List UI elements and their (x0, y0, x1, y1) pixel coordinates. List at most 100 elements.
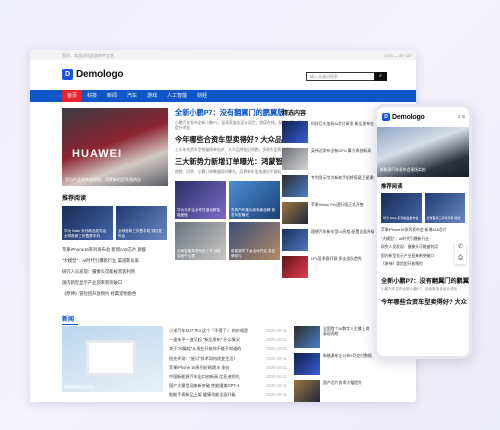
list-item[interactable]: 苹果iPhone16系列发布会 新增A18芯片 (381, 226, 465, 235)
news-row[interactable]: 关于"AI编程"从现在开始你不能不知道的 2025-10-11 (169, 344, 287, 353)
grid-card[interactable]: 全新智能驾驶系统上车 续航突破千公里 (175, 222, 226, 260)
list-item[interactable]: 研究人员发现：摄像头可能被黑客利用 (62, 266, 168, 277)
featured-item[interactable]: 专利显示华为新款手机将搭载卫星通信功能 (282, 175, 386, 197)
news-right-image (294, 353, 320, 375)
news-feature-image[interactable]: 智能家居新品发布 (62, 326, 163, 392)
grid-caption: 东风汽车推出纯电新品牌 首发车型曝光 (231, 208, 276, 217)
news-row-title: 智能手表新品上架 健康功能全面升级 (169, 392, 236, 398)
featured-text: 科技巨头加码AI芯片研发 新品发布在即 (311, 121, 379, 126)
news-row[interactable]: 苹果iPhone 16系列价格跳水 涨价 2025-10-11 (169, 363, 287, 372)
news-row-title: 国产大模型迎来新突破 性能媲美GPT-4 (169, 383, 240, 389)
nav-item-finance[interactable]: 财经 (192, 90, 212, 102)
nav-item-news[interactable]: 新闻 (102, 90, 122, 102)
news-right-item[interactable]: 全国首个AI数字人主播上岗 表现亮眼 (294, 326, 374, 348)
news-section-title: 新闻 (62, 314, 78, 325)
mobile-thumb-caption: 全球首款三折叠手机 测试 (426, 216, 461, 221)
featured-item[interactable]: 英伟达发布全新GPU 算力再创新高 (282, 148, 386, 170)
grid-caption: 新能源车下乡活动开启 多品牌参与 (231, 249, 276, 258)
list-item[interactable]: 《原神》冒险团开放预约 经典宠物角色 (62, 288, 168, 299)
featured-item[interactable]: 苹果Vision Pro国行版正式开售 (282, 202, 386, 224)
news-row[interactable]: 国产大模型迎来新突破 性能媲美GPT-4 2025-10-11 (169, 381, 287, 390)
search-button[interactable]: ⌕ (374, 72, 387, 81)
mobile-headline-2[interactable]: 今年哪些合资车型卖得好? 大众 (377, 291, 469, 306)
news-row[interactable]: 抢先评测："星闪"技术如何改变生活？ 2025-10-11 (169, 354, 287, 363)
list-item[interactable]: 国内新型显示产业迎来新突破口 (381, 252, 465, 261)
nav-item-ai[interactable]: 人工智能 (162, 90, 192, 102)
nav-item-games[interactable]: 游戏 (142, 90, 162, 102)
news-right-text: 新能源车企公布9月交付数据 (323, 353, 372, 358)
recommend-thumb[interactable]: 华为 Mate 系列新品发布会 全球首款三折叠屏手机 (62, 206, 113, 240)
news-list: 小米汽车SU7 Pro 这个『不得了』 的价格是 2025-10-11 一波未平一… (169, 326, 287, 400)
featured-image (282, 148, 308, 170)
mobile-thumb[interactable]: 全球首款三折叠手机 测试 (424, 193, 465, 223)
logo-text: Demologo (76, 69, 124, 80)
news-right-item[interactable]: 新能源车企公布9月交付数据 (294, 353, 374, 375)
news-row-title: 关于"AI编程"从现在开始你不能不知道的 (169, 346, 242, 352)
mobile-header: D Demologo ⌕ ≡ (377, 107, 469, 127)
featured-image (282, 121, 308, 143)
news-row-date: 2025-10-11 (266, 337, 287, 343)
list-item[interactable]: "大模型"：AI时代引爆新行业 渠道新玩家 (62, 255, 168, 266)
mobile-menu-icon[interactable]: ⌕ ≡ (458, 114, 465, 120)
nav-item-home[interactable]: 首页 (62, 90, 83, 102)
news-section: 新闻 智能家居新品发布 小米汽车SU7 Pro 这个『不得了』 的价格是 2025… (62, 314, 382, 402)
featured-image (282, 256, 308, 278)
thumb-caption: 华为 Mate 系列新品发布会 全球首款三折叠屏手机 (64, 229, 107, 238)
mobile-thumb[interactable]: 华为 Mate 系列新品发布会 (381, 193, 422, 223)
grid-card[interactable]: 华为与车企合作打造全新智能座舱 (175, 181, 226, 219)
mobile-preview: D Demologo ⌕ ≡ 新能源汽车发布会现场实拍 推荐阅读 华为 Mate… (374, 104, 472, 359)
featured-text: 苹果Vision Pro国行版正式开售 (311, 202, 364, 207)
site-logo[interactable]: D Demologo (62, 69, 123, 80)
mobile-thumb-caption: 华为 Mate 系列新品发布会 (383, 216, 419, 221)
featured-title: 精选内容 (282, 111, 307, 117)
featured-image (282, 202, 308, 224)
news-row-date: 2025-10-11 (266, 374, 287, 380)
hero-caption: 华为产品发布会现场，鸿蒙新机型亮相热议 (65, 177, 141, 182)
featured-item[interactable]: 科技巨头加码AI芯片研发 新品发布在即 (282, 121, 386, 143)
news-right-text: 全国首个AI数字人主播上岗 表现亮眼 (323, 326, 370, 336)
featured-image (282, 229, 308, 251)
list-item[interactable]: 《原神》冒险团开放预约 (381, 260, 465, 269)
mobile-headline-1[interactable]: 全新小鹏P7：没有翻翼门的鹏翼版 (377, 272, 469, 287)
grid-card[interactable]: 东风汽车推出纯电新品牌 首发车型曝光 (229, 181, 280, 219)
topbar: 您好，欢迎访问这里的中文名 1475 — 29°/13° (30, 50, 416, 60)
news-row[interactable]: 一波未平一波又起 "新品发布" 什么情况 2025-10-11 (169, 335, 287, 344)
news-row-date: 2025-10-11 (266, 392, 287, 398)
news-row[interactable]: 中国新能源汽车出口创新高 比亚迪领先 2025-10-11 (169, 372, 287, 381)
grid-card[interactable]: 新能源车下乡活动开启 多品牌参与 (229, 222, 280, 260)
recommend-list: 苹果iPhone16系列发布会 新增A18芯片 旗舰 "大模型"：AI时代引爆新… (62, 244, 168, 299)
mobile-headline-1-summary: 小鹏汽车发布全新小鹏P7，延续家族化设计语言 (381, 286, 458, 291)
hero-brand: HUAWEI (72, 148, 122, 160)
mobile-hero[interactable]: 新能源汽车发布会现场实拍 (377, 127, 469, 177)
featured-text: 英伟达发布全新GPU 算力再创新高 (311, 148, 372, 153)
hero-slide[interactable]: HUAWEI 华为产品发布会现场，鸿蒙新机型亮相热议 (62, 108, 168, 186)
news-right-text: 国产芯片良率大幅提升 (323, 380, 362, 385)
news-right-item[interactable]: 国产芯片良率大幅提升 (294, 380, 374, 402)
featured-item[interactable]: LPL夏季赛开赛 多支战队首秀 (282, 256, 386, 278)
mobile-hero-caption: 新能源汽车发布会现场实拍 (380, 168, 426, 172)
news-row[interactable]: 小米汽车SU7 Pro 这个『不得了』 的价格是 2025-10-11 (169, 326, 287, 335)
news-row-date: 2025-10-11 (266, 328, 287, 333)
recommend-thumb[interactable]: 全球首款三折叠手机 测试发布会 (116, 206, 167, 240)
news-row-date: 2025-10-11 (266, 383, 287, 389)
list-item[interactable]: "大模型"：AI时代引爆新行业 (381, 235, 465, 244)
list-item[interactable]: 苹果iPhone16系列发布会 新增A18芯片 旗舰 (62, 244, 168, 255)
side-share-icon[interactable]: ✆ ⎙ (455, 242, 466, 264)
mobile-logo[interactable]: D Demologo (382, 113, 425, 121)
news-row-date: 2025-10-11 (266, 346, 287, 352)
nav-item-auto[interactable]: 汽车 (122, 90, 142, 102)
nav-item-tech[interactable]: 科技 (82, 90, 102, 102)
topbar-left: 您好，欢迎访问这里的中文名 (62, 53, 114, 58)
news-image-caption: 智能家居新品发布 (64, 385, 93, 389)
news-right-image (294, 326, 320, 348)
device-illustration (86, 340, 136, 376)
news-row[interactable]: 智能手表新品上架 健康功能全面升级 2025-10-11 (169, 390, 287, 399)
mobile-thumbs: 华为 Mate 系列新品发布会 全球首款三折叠手机 测试 (377, 193, 469, 223)
list-item[interactable]: 国内新型显示产业迎来新突破口 (62, 277, 168, 288)
featured-item[interactable]: 理想汽车新车型L6亮相 配置全面升级 (282, 229, 386, 251)
news-row-title: 小米汽车SU7 Pro 这个『不得了』 的价格是 (169, 328, 249, 333)
list-item[interactable]: 研究人员发现：摄像头可能被利用 (381, 243, 465, 252)
news-right-image (294, 380, 320, 402)
header: D Demologo 输入关键词搜索... ⌕ (30, 60, 416, 90)
featured-text: LPL夏季赛开赛 多支战队首秀 (311, 256, 362, 261)
